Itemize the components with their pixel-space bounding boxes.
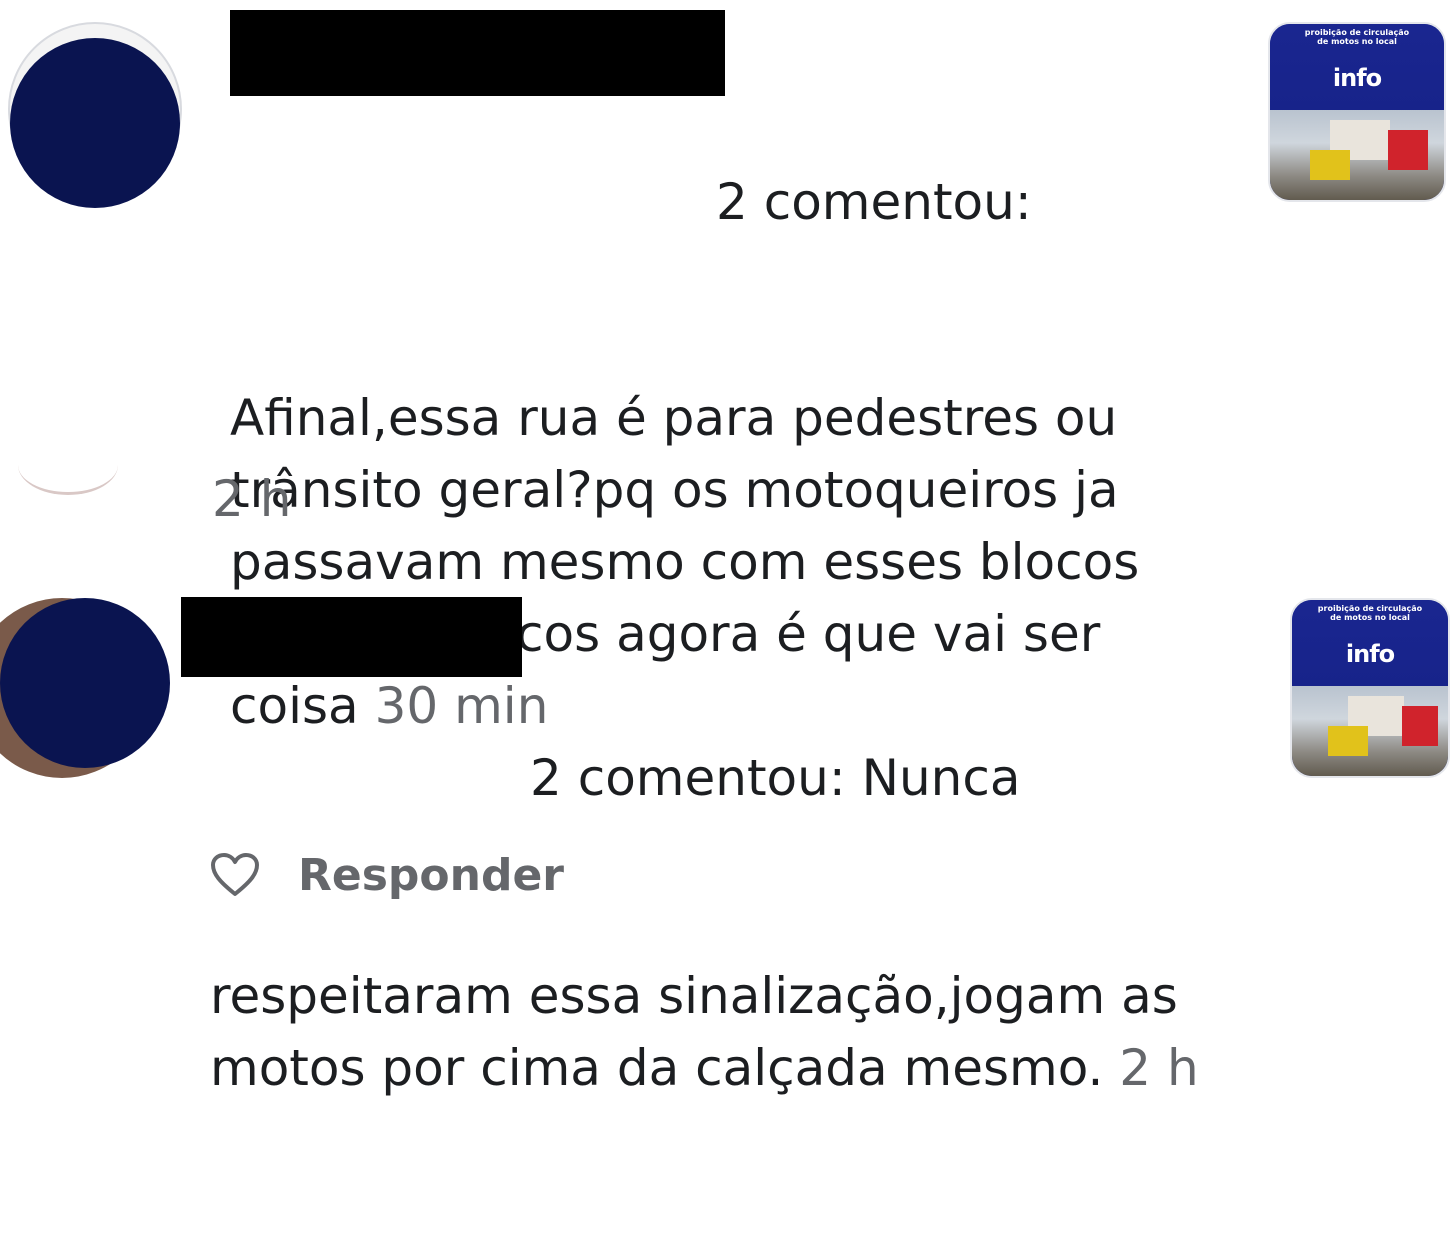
info-logo: info [1345, 640, 1395, 668]
comment-body: respeitaram essa sinalização,jogam as mo… [210, 967, 1194, 1097]
notification-item[interactable]: 2 comentou: Afinal,essa rua é para pedes… [0, 0, 1450, 735]
author-suffix: 2 comentou: [716, 173, 1032, 231]
post-thumbnail[interactable]: proibição de circulação de motos no loca… [1268, 22, 1446, 202]
author-suffix: 2 comentou: Nunca [530, 749, 1021, 807]
post-thumbnail[interactable]: proibição de circulação de motos no loca… [1290, 598, 1450, 778]
thumbnail-caption: proibição de circulação de motos no loca… [1304, 28, 1410, 46]
comment-text: 2 comentou: Nunca respeitaram essa sinal… [210, 598, 1250, 1248]
photo-machine [1328, 726, 1368, 756]
heart-icon[interactable] [210, 852, 260, 898]
comment-header: 2 comentou: [230, 166, 1230, 238]
thumbnail-caption: proibição de circulação de motos no loca… [1317, 604, 1423, 622]
photo-truck [1388, 130, 1428, 170]
reply-button[interactable]: Responder [298, 850, 564, 901]
photo-machine [1310, 150, 1350, 180]
comment-time: 2 h [1119, 1039, 1199, 1097]
comment-actions: Responder [210, 850, 564, 901]
comment-header: 2 comentou: Nunca [210, 742, 1250, 816]
info-logo: info [1332, 64, 1382, 92]
street-photo [1292, 686, 1448, 776]
photo-truck [1402, 706, 1438, 746]
partial-avatar [18, 462, 118, 495]
avatar[interactable] [0, 598, 170, 768]
street-photo [1270, 110, 1444, 200]
avatar[interactable] [10, 38, 180, 208]
notification-item[interactable]: 2 comentou: Nunca respeitaram essa sinal… [0, 590, 1450, 1097]
relative-time: 2 h [212, 470, 292, 528]
